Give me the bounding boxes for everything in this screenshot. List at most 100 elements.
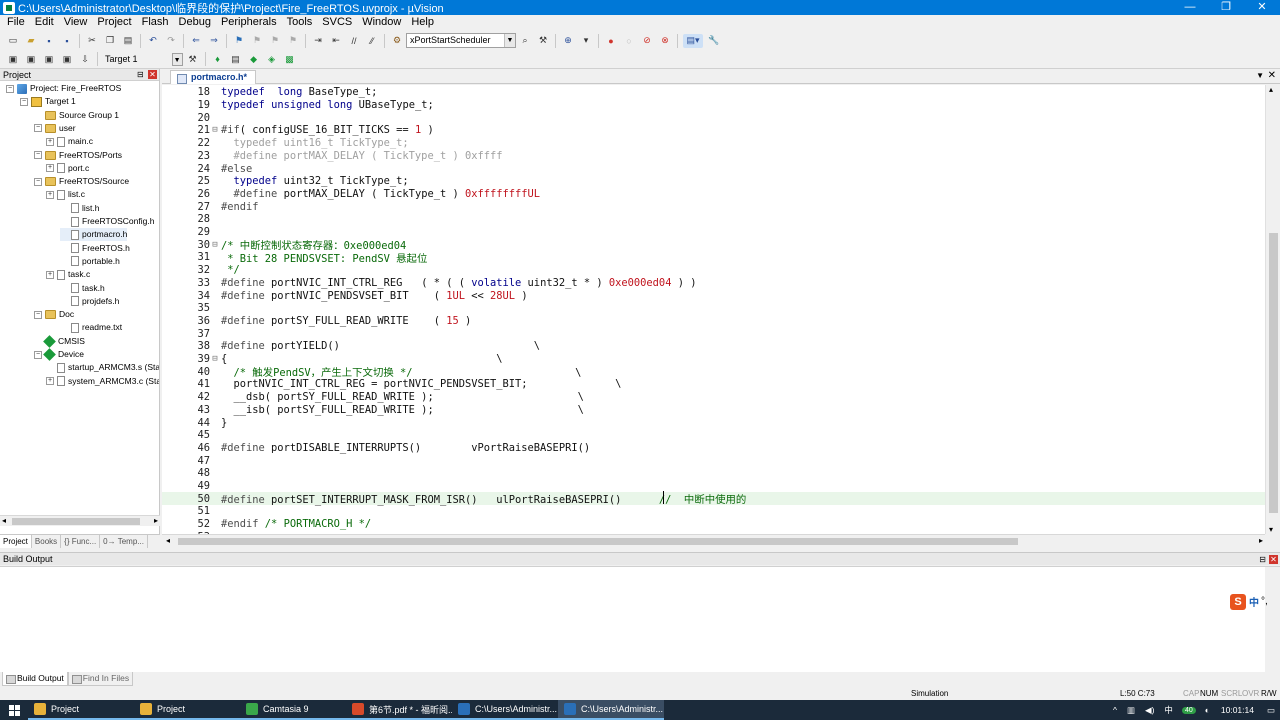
minimize-button[interactable]: — — [1172, 0, 1208, 15]
new-file-icon[interactable]: ▭ — [6, 34, 20, 48]
menu-flash[interactable]: Flash — [137, 15, 174, 30]
chevron-down-icon[interactable]: ▼ — [1256, 71, 1264, 80]
comment-icon[interactable]: // — [347, 34, 361, 48]
nav-forward-icon[interactable]: ⇒ — [207, 34, 221, 48]
collapse-icon[interactable]: − — [34, 177, 42, 186]
notification-app-icon[interactable]: ◐ — [1205, 705, 1210, 715]
code-line[interactable]: 44} — [162, 416, 1265, 429]
code-line[interactable]: 50 #define portSET_INTERRUPT_MASK_FROM_IS… — [162, 492, 1265, 506]
batch-build-icon[interactable]: ▣ — [60, 52, 74, 66]
tree-item[interactable]: + port.c — [46, 162, 89, 175]
rebuild-icon[interactable]: ▣ — [42, 52, 56, 66]
code-editor[interactable]: ▴ ▾ 18 typedef long BaseType_t; 19 typedef … — [162, 85, 1280, 534]
uncomment-icon[interactable]: ⁄⁄ — [365, 34, 379, 48]
menu-tools[interactable]: Tools — [282, 15, 318, 30]
tree-item[interactable]: portable.h — [60, 255, 120, 268]
fold-toggle-icon[interactable]: ⊟ — [210, 240, 220, 250]
tree-item[interactable]: − FreeRTOS/Ports — [34, 149, 122, 162]
collapse-icon[interactable]: − — [34, 124, 42, 133]
tab-project[interactable]: Project — [0, 535, 32, 548]
tab-functions[interactable]: {} Func... — [61, 535, 101, 548]
code-line[interactable]: 34 #define portNVIC_PENDSVSET_BIT ( 1UL <… — [162, 289, 1265, 302]
tab-templates[interactable]: 0→ Temp... — [100, 535, 148, 548]
code-line[interactable]: 18 typedef long BaseType_t; — [162, 86, 1265, 99]
taskbar-item[interactable]: Project — [28, 700, 134, 720]
scroll-thumb[interactable] — [178, 538, 1018, 545]
menu-svcs[interactable]: SVCS — [317, 15, 357, 30]
code-line[interactable]: 51 — [162, 505, 1265, 518]
taskbar-item[interactable]: 第6节.pdf * - 福昕阅... — [346, 700, 452, 720]
breakpoint-icon[interactable]: ● — [604, 34, 618, 48]
tree-item[interactable]: + main.c — [46, 135, 93, 148]
code-line[interactable]: 41 portNVIC_INT_CTRL_REG = portNVIC_PEND… — [162, 378, 1265, 391]
editor-vscrollbar[interactable]: ▴ ▾ — [1265, 85, 1280, 534]
code-line[interactable]: 42 __dsb( portSY_FULL_READ_WRITE ); \ — [162, 391, 1265, 404]
prev-bookmark-icon[interactable]: ⚑ — [250, 34, 264, 48]
nav-back-icon[interactable]: ⇐ — [189, 34, 203, 48]
expand-icon[interactable]: + — [46, 164, 54, 173]
code-line[interactable]: 33 #define portNVIC_INT_CTRL_REG ( * ( ( … — [162, 277, 1265, 290]
kill-breakpoints-icon[interactable]: ⊘ — [640, 34, 654, 48]
tab-find-in-files[interactable]: Find In Files — [67, 672, 134, 686]
tree-item[interactable]: + task.c — [46, 268, 90, 281]
translate-icon[interactable]: ▣ — [6, 52, 20, 66]
menu-peripherals[interactable]: Peripherals — [216, 15, 282, 30]
tree-item[interactable]: list.h — [60, 202, 99, 215]
expand-icon[interactable]: + — [46, 137, 54, 146]
tree-item[interactable]: − Target 1 — [20, 95, 76, 108]
next-bookmark-icon[interactable]: ⚑ — [268, 34, 282, 48]
collapse-icon[interactable]: − — [34, 151, 42, 159]
tree-item[interactable]: portmacro.h — [60, 228, 128, 242]
undo-icon[interactable]: ↶ — [146, 34, 160, 48]
tree-item[interactable]: + system_ARMCM3.c (Start — [46, 375, 159, 388]
scroll-up-icon[interactable]: ▴ — [1269, 85, 1273, 94]
code-line[interactable]: 46 #define portDISABLE_INTERRUPTS() vPort… — [162, 442, 1265, 455]
pin-icon[interactable]: ⊟ — [137, 70, 146, 79]
target-options-icon[interactable]: ⚒ — [186, 52, 200, 66]
fold-toggle-icon[interactable]: ⊟ — [210, 125, 220, 135]
scroll-right-icon[interactable]: ▸ — [1259, 536, 1263, 545]
tree-item[interactable]: readme.txt — [60, 321, 122, 334]
copy-icon[interactable]: ❐ — [103, 34, 117, 48]
tree-item[interactable]: Source Group 1 — [34, 109, 119, 122]
ime-mode[interactable]: 中 — [1249, 594, 1259, 609]
close-icon[interactable]: ✕ — [148, 70, 157, 79]
tray-chevron-icon[interactable]: ^ — [1113, 705, 1117, 715]
tree-item[interactable]: FreeRTOSConfig.h — [60, 215, 154, 228]
scroll-thumb[interactable] — [1269, 233, 1278, 513]
build-icon[interactable]: ▣ — [24, 52, 38, 66]
tab-portmacro-h[interactable]: portmacro.h* — [170, 70, 257, 84]
menu-debug[interactable]: Debug — [174, 15, 216, 30]
manage-books-icon[interactable]: ▤ — [229, 52, 243, 66]
collapse-icon[interactable]: − — [34, 350, 42, 359]
scroll-down-icon[interactable]: ▾ — [1269, 525, 1273, 534]
clock[interactable]: 10:01:14 — [1221, 705, 1254, 715]
tab-books[interactable]: Books — [32, 535, 62, 548]
tab-build-output[interactable]: Build Output — [2, 672, 68, 686]
unindent-icon[interactable]: ⇤ — [329, 34, 343, 48]
bookmark-icon[interactable]: ⚑ — [232, 34, 246, 48]
build-vscrollbar[interactable] — [1265, 567, 1280, 673]
manage-components-icon[interactable]: ♦ — [211, 52, 225, 66]
tree-item[interactable]: − Doc — [34, 308, 74, 321]
tree-item[interactable]: − user — [34, 122, 76, 135]
chevron-down-icon[interactable]: ▼ — [504, 34, 515, 47]
clear-bookmarks-icon[interactable]: ⚑ — [286, 34, 300, 48]
code-line[interactable]: 24 #else — [162, 162, 1265, 175]
project-hscrollbar[interactable]: ◂ ▸ — [0, 515, 160, 526]
taskbar-item[interactable]: C:\Users\Administr... — [558, 700, 664, 720]
tray-badge[interactable]: 40 — [1181, 706, 1196, 714]
build-output-area[interactable] — [0, 566, 1280, 673]
code-line[interactable]: 25 typedef uint32_t TickType_t; — [162, 175, 1265, 188]
close-button[interactable]: ✕ — [1244, 0, 1280, 15]
expand-icon[interactable]: + — [46, 377, 54, 386]
code-line[interactable]: 31 * Bit 28 PENDSVSET: PendSV 悬起位 — [162, 251, 1265, 265]
code-line[interactable]: 28 — [162, 213, 1265, 226]
menu-window[interactable]: Window — [357, 15, 406, 30]
scroll-right-icon[interactable]: ▸ — [154, 516, 158, 525]
pin-icon[interactable]: ⊟ — [1259, 554, 1266, 566]
debug-session-icon[interactable]: ⊕ — [561, 34, 575, 48]
editor-hscrollbar[interactable]: ◂ ▸ — [162, 534, 1265, 547]
code-line[interactable]: 48 — [162, 467, 1265, 480]
taskbar-item[interactable]: Project — [134, 700, 240, 720]
